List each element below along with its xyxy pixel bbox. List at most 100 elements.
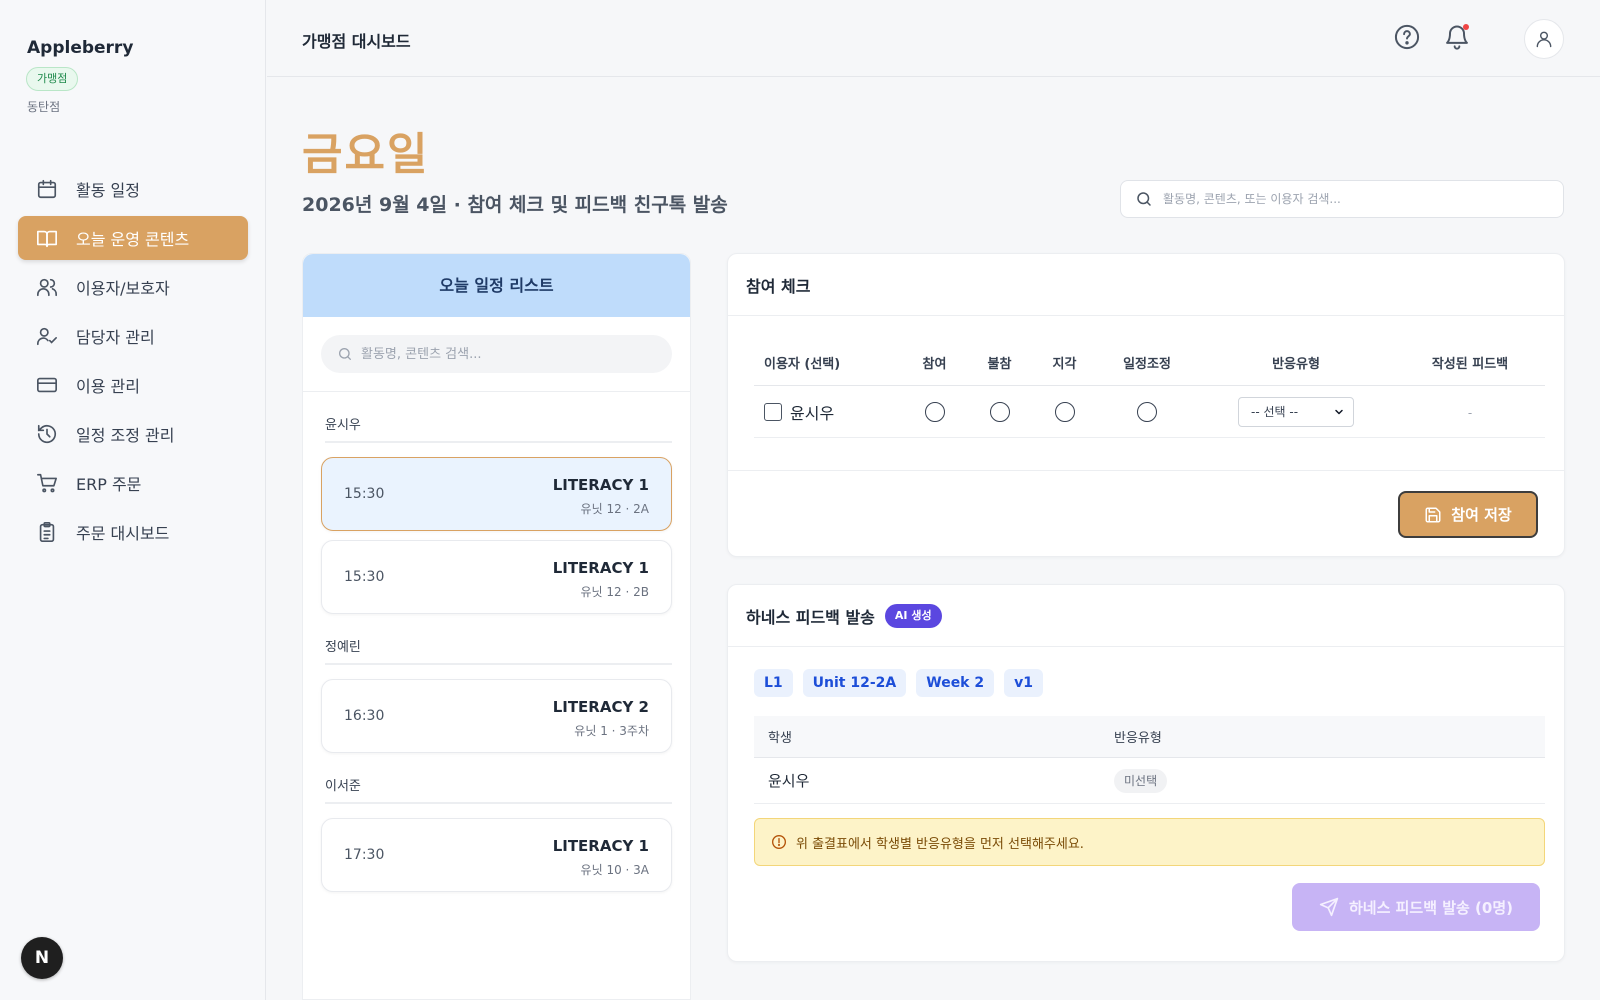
bell-icon[interactable] bbox=[1443, 23, 1471, 51]
sidebar-item-label: 이용 관리 bbox=[76, 377, 140, 396]
version-chip: v1 bbox=[1004, 669, 1043, 697]
reaction-type-pill: 미선택 bbox=[1114, 768, 1168, 793]
schedule-course: LITERACY 1 bbox=[552, 559, 649, 577]
global-search bbox=[1120, 180, 1564, 218]
sidebar-item-label: 오늘 운영 콘텐츠 bbox=[76, 230, 190, 249]
schedule-unit: 유닛 12 · 2A bbox=[580, 502, 649, 516]
schedule-group-label: 정예린 bbox=[325, 636, 672, 665]
save-icon bbox=[1425, 507, 1441, 522]
feedback-table: 학생 반응유형 윤시우 미선택 bbox=[754, 716, 1545, 804]
table-header: 이용자 (선택) 참여 불참 지각 일정조정 반응유형 작성된 피드백 bbox=[754, 340, 1545, 386]
schedule-search-input[interactable] bbox=[361, 346, 661, 362]
attend-radio[interactable] bbox=[924, 401, 945, 422]
branch-name: 동탄점 bbox=[27, 100, 61, 114]
schedule-unit: 유닛 10 · 3A bbox=[580, 863, 649, 877]
feedback-panel: 하네스 피드백 발송 AI 생성 L1 Unit 12-2A Week 2 v1… bbox=[727, 584, 1565, 962]
page-header-title: 가맹점 대시보드 bbox=[302, 32, 411, 51]
reschedule-radio[interactable] bbox=[1137, 401, 1157, 422]
schedule-card[interactable]: 16:30 LITERACY 2 유닛 1 · 3주차 bbox=[321, 679, 672, 753]
sidebar-nav: 활동 일정 오늘 운영 콘텐츠 이용자/보호자 담당자 관리 이용 관리 일정 … bbox=[18, 167, 248, 559]
chevron-down-icon bbox=[1335, 409, 1343, 414]
feedback-title: 하네스 피드백 발송 bbox=[746, 607, 875, 627]
history-icon bbox=[36, 423, 58, 445]
schedule-time: 15:30 bbox=[344, 569, 385, 585]
schedule-course: LITERACY 1 bbox=[552, 476, 649, 494]
week-chip: Week 2 bbox=[916, 669, 995, 697]
help-icon[interactable] bbox=[1393, 23, 1421, 51]
next-dev-badge[interactable]: N bbox=[21, 937, 63, 979]
schedule-course: LITERACY 2 bbox=[552, 698, 649, 716]
schedule-course: LITERACY 1 bbox=[552, 837, 649, 855]
franchise-badge: 가맹점 bbox=[26, 67, 79, 91]
sidebar-item-reschedule[interactable]: 일정 조정 관리 bbox=[18, 412, 248, 456]
sidebar-item-today-content[interactable]: 오늘 운영 콘텐츠 bbox=[18, 216, 248, 260]
column-header: 이용자 (선택) bbox=[764, 357, 841, 372]
sidebar-item-label: 이용자/보호자 bbox=[76, 279, 170, 298]
column-header: 반응유형 bbox=[1114, 731, 1162, 746]
schedule-card[interactable]: 15:30 LITERACY 1 유닛 12 · 2A bbox=[321, 457, 672, 531]
save-attendance-button[interactable]: 참여 저장 bbox=[1398, 491, 1538, 538]
schedule-search bbox=[321, 335, 672, 373]
select-value: -- 선택 -- bbox=[1251, 405, 1299, 419]
clipboard-icon bbox=[36, 521, 58, 543]
today-schedule-panel: 오늘 일정 리스트 윤시우 15:30 LITERACY 1 유닛 12 · 2… bbox=[302, 253, 691, 1000]
schedule-unit: 유닛 12 · 2B bbox=[580, 585, 649, 599]
day-title: 금요일 bbox=[302, 129, 430, 180]
book-open-icon bbox=[36, 227, 58, 249]
sidebar-item-order-dashboard[interactable]: 주문 대시보드 bbox=[18, 510, 248, 554]
top-bar: 가맹점 대시보드 bbox=[267, 0, 1600, 77]
sidebar-item-label: 주문 대시보드 bbox=[76, 524, 170, 543]
attendance-panel: 참여 체크 이용자 (선택) 참여 불참 지각 일정조정 반응유형 작성된 피드… bbox=[727, 253, 1565, 557]
warning-text: 위 출결표에서 학생별 반응유형을 먼저 선택해주세요. bbox=[796, 836, 1084, 852]
sidebar-item-label: 담당자 관리 bbox=[76, 328, 155, 347]
schedule-group-label: 이서준 bbox=[325, 775, 672, 804]
student-name: 윤시우 bbox=[768, 772, 810, 790]
attendance-table: 이용자 (선택) 참여 불참 지각 일정조정 반응유형 작성된 피드백 윤시우 … bbox=[754, 340, 1545, 438]
user-name: 윤시우 bbox=[790, 403, 835, 423]
column-header: 일정조정 bbox=[1123, 357, 1171, 372]
search-icon bbox=[1137, 192, 1151, 206]
sidebar: Appleberry 가맹점 동탄점 활동 일정 오늘 운영 콘텐츠 이용자/보… bbox=[0, 0, 266, 1000]
late-radio[interactable] bbox=[1054, 401, 1075, 422]
sidebar-item-activity-schedule[interactable]: 활동 일정 bbox=[18, 167, 248, 211]
column-header: 학생 bbox=[768, 731, 792, 746]
table-header: 학생 반응유형 bbox=[754, 716, 1545, 758]
column-header: 불참 bbox=[987, 357, 1012, 372]
table-row: 윤시우 미선택 bbox=[754, 758, 1545, 804]
column-header: 반응유형 bbox=[1272, 357, 1320, 372]
sidebar-item-users[interactable]: 이용자/보호자 bbox=[18, 265, 248, 309]
sidebar-item-erp-order[interactable]: ERP 주문 bbox=[18, 461, 248, 505]
divider bbox=[728, 470, 1564, 471]
page-subtitle: 2026년 9월 4일 · 참여 체크 및 피드백 친구톡 발송 bbox=[302, 194, 728, 216]
unit-chip: Unit 12-2A bbox=[802, 669, 907, 697]
feedback-value: - bbox=[1467, 406, 1473, 420]
global-search-input[interactable] bbox=[1163, 192, 1543, 206]
schedule-card[interactable]: 15:30 LITERACY 1 유닛 12 · 2B bbox=[321, 540, 672, 614]
brand-name: Appleberry bbox=[27, 38, 134, 58]
user-checkbox[interactable] bbox=[764, 402, 782, 421]
alert-circle-icon bbox=[772, 835, 786, 849]
absent-radio[interactable] bbox=[989, 401, 1010, 422]
schedule-card[interactable]: 17:30 LITERACY 1 유닛 10 · 3A bbox=[321, 818, 672, 892]
schedule-time: 16:30 bbox=[344, 708, 385, 724]
column-header: 지각 bbox=[1052, 357, 1077, 372]
reaction-type-select[interactable]: -- 선택 -- bbox=[1238, 396, 1354, 427]
attendance-title: 참여 체크 bbox=[728, 254, 1564, 316]
sidebar-item-usage[interactable]: 이용 관리 bbox=[18, 363, 248, 407]
search-icon bbox=[339, 348, 351, 360]
ai-generated-badge: AI 생성 bbox=[884, 603, 942, 628]
schedule-time: 15:30 bbox=[344, 486, 385, 502]
schedule-unit: 유닛 1 · 3주차 bbox=[574, 724, 649, 738]
user-icon bbox=[1536, 31, 1552, 48]
users-icon bbox=[36, 276, 58, 298]
notification-dot bbox=[1463, 24, 1469, 30]
sidebar-item-staff[interactable]: 담당자 관리 bbox=[18, 314, 248, 358]
send-icon bbox=[1319, 897, 1339, 917]
table-row: 윤시우 -- 선택 -- - bbox=[754, 386, 1545, 438]
user-avatar[interactable] bbox=[1524, 19, 1564, 59]
send-feedback-button[interactable]: 하네스 피드백 발송 (0명) bbox=[1292, 883, 1540, 931]
sidebar-item-label: 일정 조정 관리 bbox=[76, 426, 175, 445]
feedback-title-row: 하네스 피드백 발송 AI 생성 bbox=[728, 585, 1564, 647]
schedule-group-label: 윤시우 bbox=[325, 414, 672, 443]
user-check-icon bbox=[36, 325, 58, 347]
